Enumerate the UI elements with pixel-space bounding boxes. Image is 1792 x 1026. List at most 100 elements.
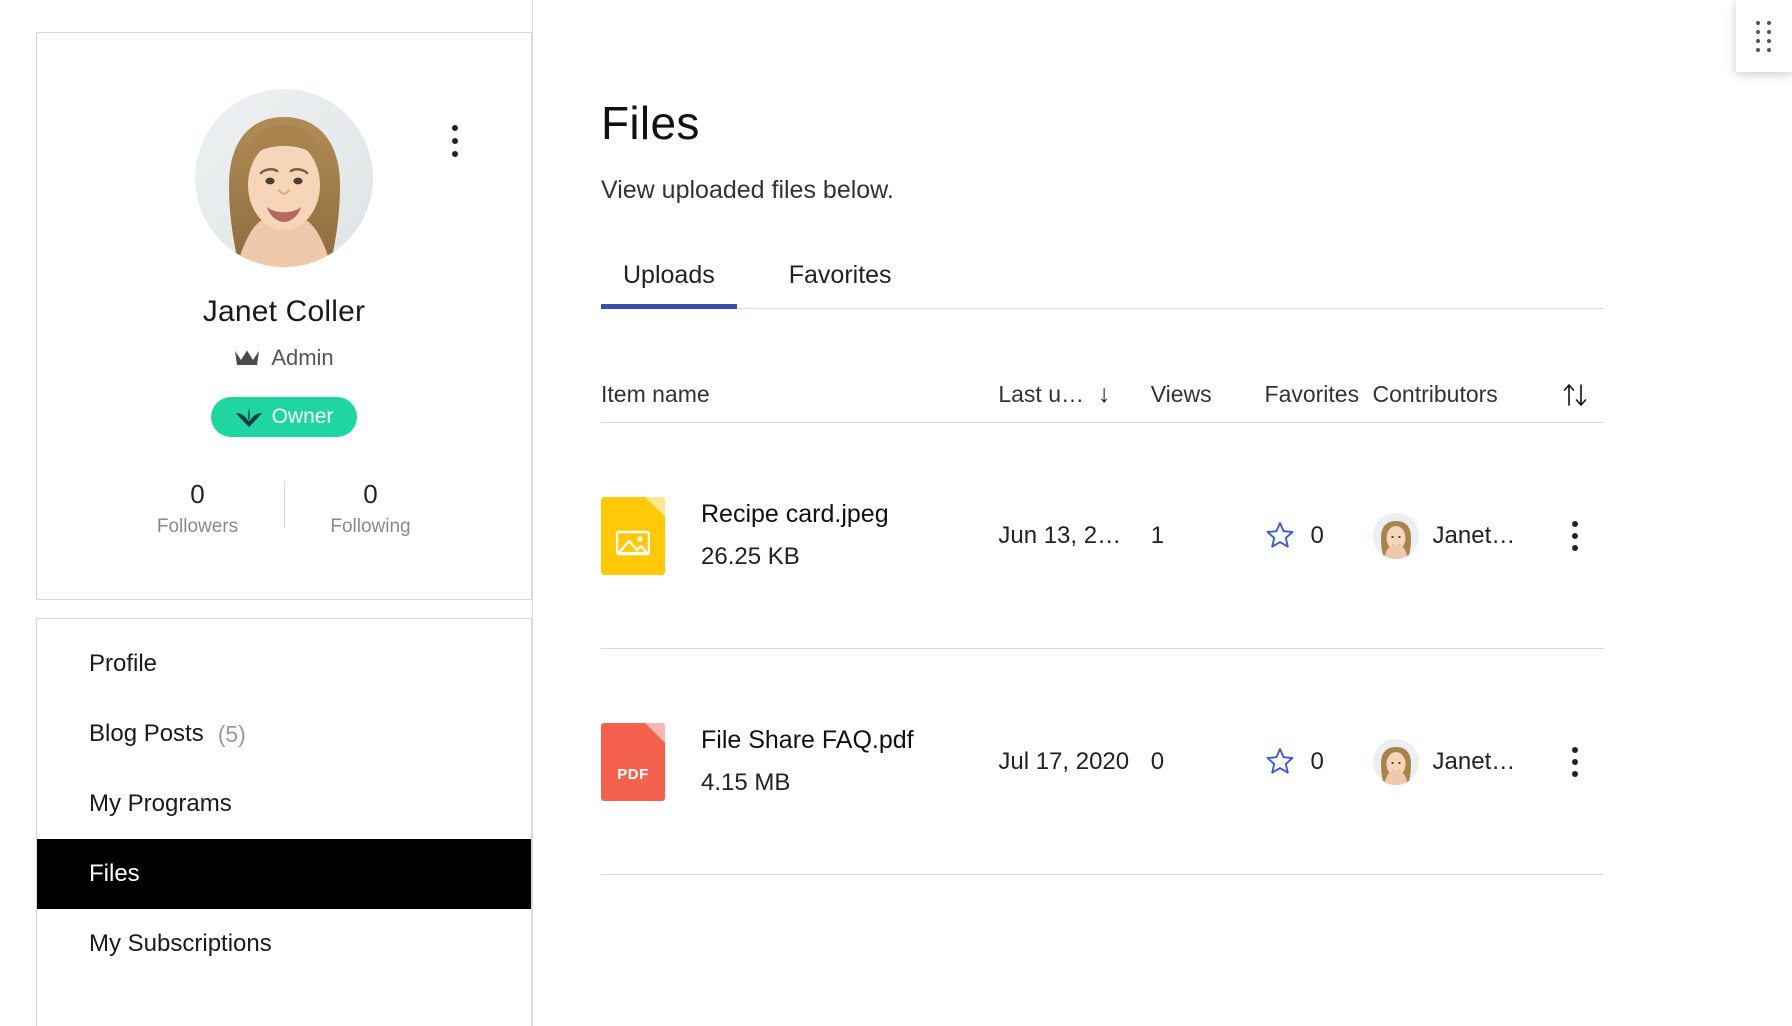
arrow-down-icon: ↓ — [1098, 380, 1111, 408]
avatar-image — [1372, 512, 1419, 559]
dot — [1766, 47, 1771, 52]
dot — [1572, 746, 1579, 753]
star-outline-icon[interactable] — [1265, 521, 1295, 550]
sidebar-item-profile[interactable]: Profile — [37, 629, 531, 699]
page-fold-icon — [645, 722, 665, 743]
file-meta: Recipe card.jpeg 26.25 KB — [701, 500, 889, 571]
sidebar-item-my-subscriptions[interactable]: My Subscriptions — [37, 909, 531, 979]
profile-stats: 0 Followers 0 Following — [37, 479, 531, 538]
file-contributors-cell[interactable]: Janet… — [1372, 738, 1547, 785]
following-count: 0 — [363, 479, 378, 509]
profile-role: Admin — [37, 345, 531, 371]
pdf-file-icon: PDF — [601, 722, 665, 801]
tab-label: Favorites — [788, 260, 892, 289]
row-options-button[interactable] — [1546, 520, 1604, 551]
column-header-item-name[interactable]: Item name — [601, 381, 998, 408]
contributor-name: Janet… — [1432, 521, 1516, 549]
more-vertical-icon[interactable] — [1572, 520, 1579, 551]
file-views: 1 — [1150, 521, 1165, 549]
owner-badge[interactable]: Owner — [211, 397, 357, 437]
followers-count: 0 — [190, 479, 205, 509]
sidebar-item-label: Files — [89, 860, 140, 887]
sort-toggle-button[interactable] — [1546, 380, 1604, 410]
dot — [1766, 38, 1771, 43]
dot — [1572, 758, 1579, 765]
column-header-label: Last u… — [998, 381, 1084, 407]
leaf-icon — [235, 408, 262, 427]
stat-following[interactable]: 0 Following — [285, 479, 457, 538]
row-options-button[interactable] — [1546, 746, 1604, 777]
tab-label: Uploads — [623, 260, 715, 289]
avatar[interactable] — [1372, 512, 1419, 559]
file-favorites-cell[interactable]: 0 — [1265, 747, 1373, 776]
drag-dots-icon — [1755, 20, 1773, 52]
owner-badge-label: Owner — [271, 405, 334, 428]
file-contributors-cell[interactable]: Janet… — [1372, 512, 1547, 559]
file-name-cell[interactable]: PDF File Share FAQ.pdf 4.15 MB — [601, 722, 998, 801]
followers-label: Followers — [156, 516, 239, 537]
star-outline-icon[interactable] — [1265, 747, 1295, 776]
column-header-label: Contributors — [1372, 381, 1498, 407]
sidebar-item-label: My Programs — [89, 790, 232, 817]
table-row[interactable]: PDF File Share FAQ.pdf 4.15 MB Jul 17, 2… — [601, 649, 1604, 875]
photo-glyph-icon — [616, 530, 650, 555]
file-size: 26.25 KB — [701, 543, 800, 570]
avatar[interactable] — [195, 89, 373, 267]
drag-handle[interactable] — [1736, 0, 1792, 72]
sidebar-item-my-programs[interactable]: My Programs — [37, 769, 531, 839]
avatar[interactable] — [1372, 738, 1419, 785]
profile-role-label: Admin — [271, 345, 334, 370]
table-row[interactable]: Recipe card.jpeg 26.25 KB Jun 13, 2… 1 0 — [601, 423, 1604, 649]
more-vertical-icon — [452, 138, 458, 144]
file-name: Recipe card.jpeg — [701, 500, 889, 528]
dot — [1755, 29, 1760, 34]
crown-icon — [235, 350, 260, 365]
more-vertical-icon[interactable] — [1572, 746, 1579, 777]
avatar-image — [1372, 738, 1419, 785]
profile-card: Janet Coller Admin Owner 0 Followers 0 F… — [36, 32, 532, 600]
sidebar-item-files[interactable]: Files — [37, 839, 531, 909]
column-header-last-updated[interactable]: Last u… ↓ — [998, 380, 1150, 409]
column-header-contributors[interactable]: Contributors — [1373, 381, 1547, 408]
page-fold-icon — [645, 496, 665, 517]
dot — [1755, 47, 1760, 52]
column-header-label: Favorites — [1264, 381, 1360, 407]
column-header-views[interactable]: Views — [1151, 381, 1265, 408]
files-table: Item name Last u… ↓ Views Favorites Cont… — [601, 367, 1604, 875]
dot — [1572, 544, 1579, 551]
dot — [1766, 29, 1771, 34]
file-favorites-cell[interactable]: 0 — [1265, 521, 1373, 550]
dot — [1766, 20, 1771, 25]
profile-options-button[interactable] — [451, 125, 459, 157]
stat-followers[interactable]: 0 Followers — [112, 479, 284, 538]
tab-uploads[interactable]: Uploads — [601, 242, 737, 309]
more-vertical-icon — [452, 151, 458, 157]
left-column: Janet Coller Admin Owner 0 Followers 0 F… — [36, 32, 532, 1026]
sidebar-item-count: (5) — [217, 720, 246, 747]
file-name: File Share FAQ.pdf — [701, 726, 914, 754]
file-name-cell[interactable]: Recipe card.jpeg 26.25 KB — [601, 496, 998, 575]
image-file-icon — [601, 496, 665, 575]
more-vertical-icon — [452, 125, 458, 131]
column-header-label: Views — [1150, 381, 1212, 407]
profile-name: Janet Coller — [202, 295, 366, 328]
file-last-updated: Jul 17, 2020 — [998, 747, 1130, 775]
sidebar-item-label: My Subscriptions — [89, 930, 272, 957]
sort-ascending-descending-icon — [1563, 383, 1587, 406]
main-content: Files View uploaded files below. Uploads… — [532, 0, 1792, 1026]
dot — [1572, 770, 1579, 777]
sidebar-item-label: Blog Posts — [89, 720, 204, 747]
dot — [1572, 520, 1579, 527]
tab-favorites[interactable]: Favorites — [767, 242, 914, 308]
sidebar-item-blog-posts[interactable]: Blog Posts (5) — [37, 699, 531, 769]
column-header-favorites[interactable]: Favorites — [1265, 381, 1373, 408]
file-favorites-count: 0 — [1310, 747, 1324, 775]
page-subtitle: View uploaded files below. — [601, 176, 894, 204]
file-favorites-count: 0 — [1310, 521, 1324, 549]
page-title: Files — [601, 97, 700, 149]
sidebar-item-label: Profile — [89, 650, 158, 677]
avatar-image — [195, 89, 373, 267]
dot — [1572, 532, 1579, 539]
tab-bar: Uploads Favorites — [601, 243, 1604, 309]
dot — [1755, 38, 1760, 43]
